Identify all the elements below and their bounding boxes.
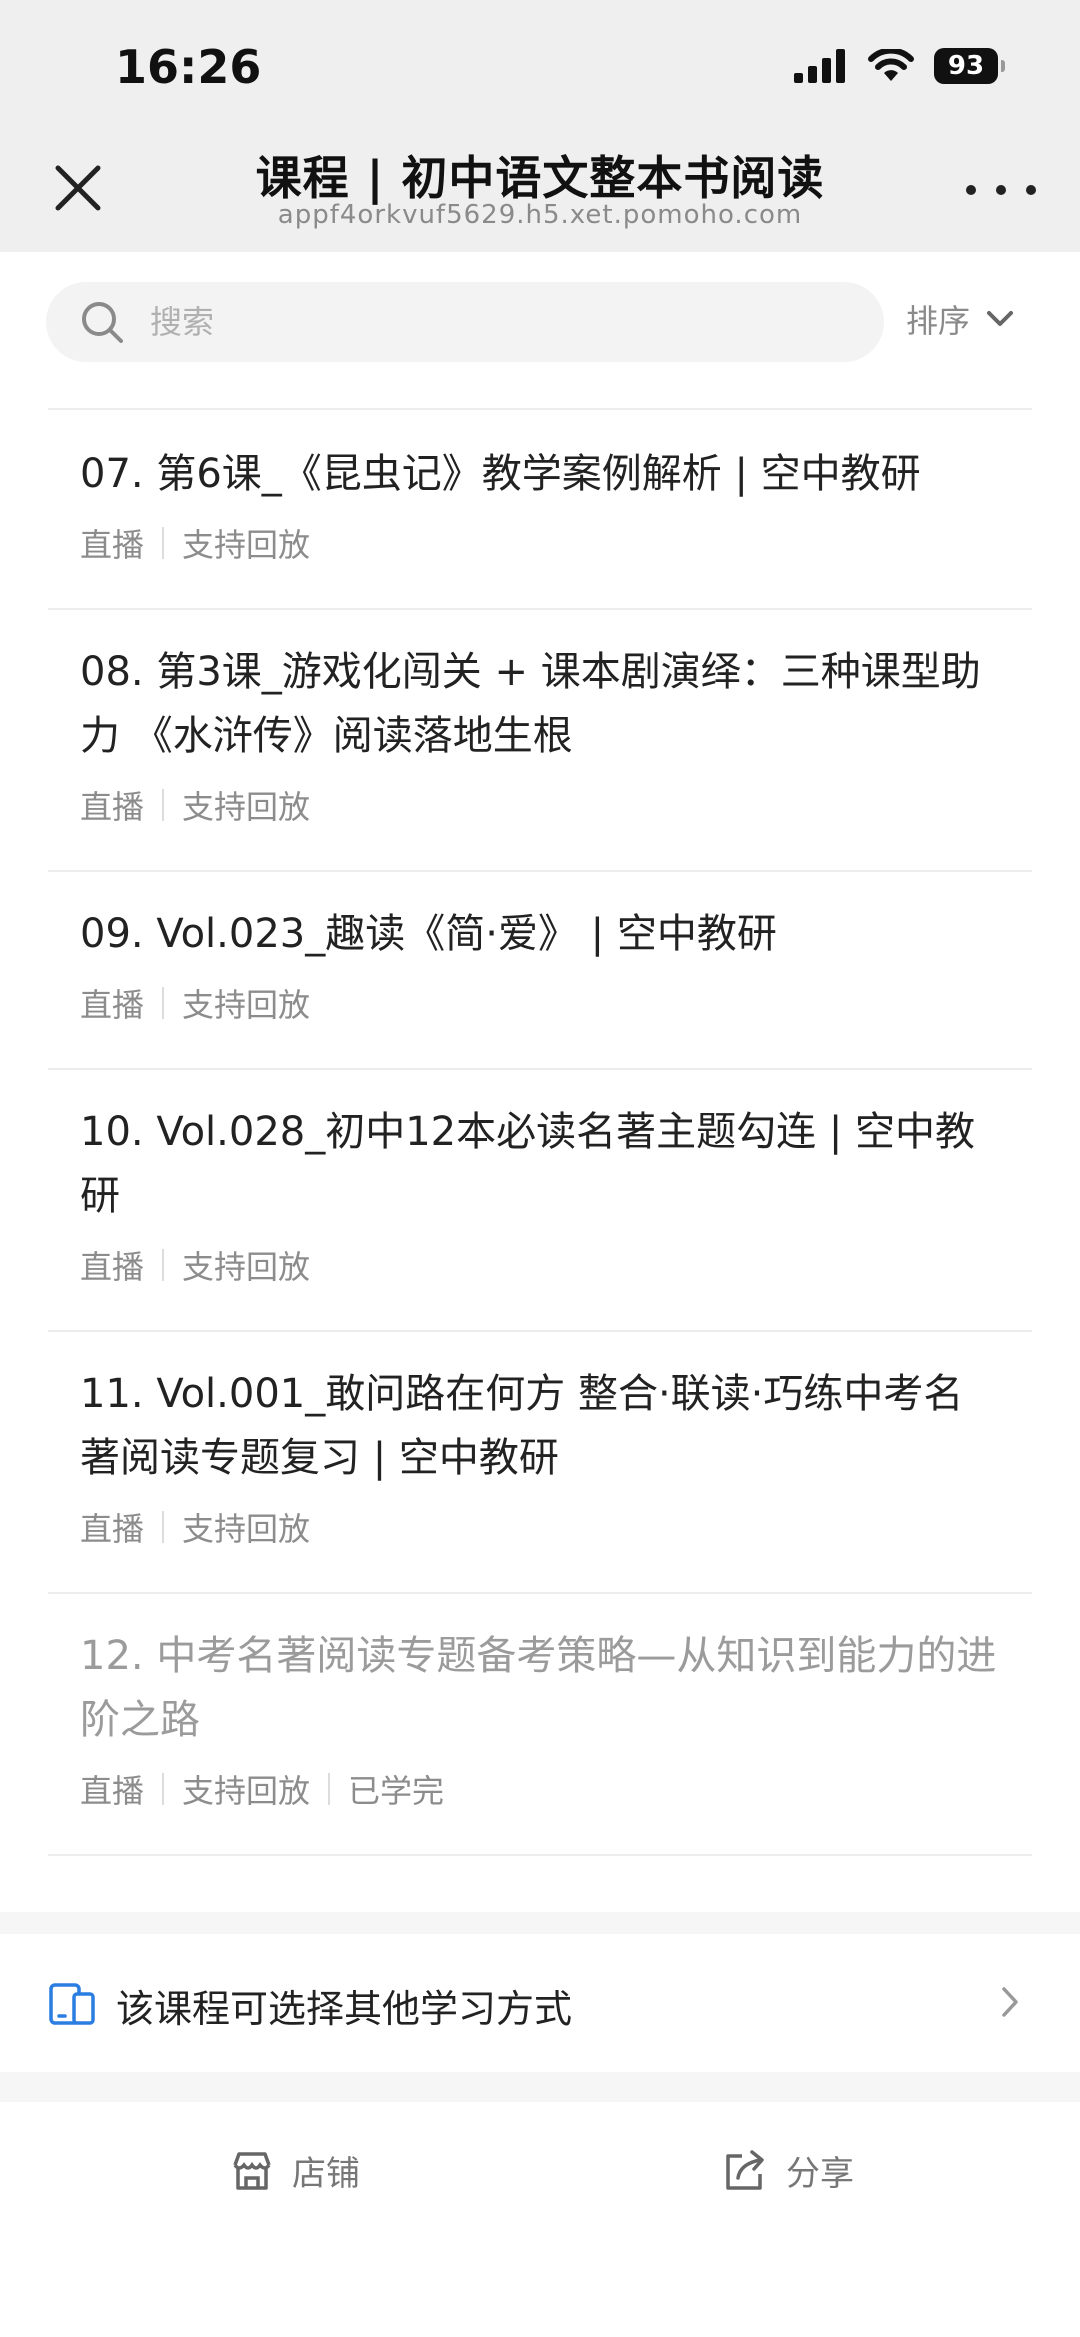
tag-live: 直播 (80, 986, 145, 1024)
status-icons: 93 (794, 48, 1005, 84)
tag-live: 直播 (80, 1510, 145, 1548)
list-item[interactable]: 12. 中考名著阅读专题备考策略—从知识到能力的进阶之路 直播 支持回放 已学完 (0, 1594, 1080, 1854)
tag-replay: 支持回放 (182, 986, 311, 1024)
phone-tablet-icon (49, 1983, 95, 2025)
item-tags: 直播 支持回放 (80, 520, 1000, 566)
store-icon (233, 2151, 271, 2190)
wifi-icon (868, 49, 914, 81)
browser-header: 16:26 93 课程 | 初中语文整本书阅读 appf4orkvuf5629.… (0, 0, 1080, 252)
item-title: 08. 第3课_游戏化闯关 + 课本剧演绎：三种课型助力 《水浒传》阅读落地生根 (80, 649, 981, 759)
item-tags: 直播 支持回放 已学完 (80, 1766, 1000, 1812)
section-gap (0, 1912, 1080, 1934)
bottom-bar: 店铺 分享 (0, 2102, 1080, 2337)
status-time: 16:26 (115, 40, 262, 94)
course-list: 07. 第6课_《昆虫记》教学案例解析 | 空中教研 直播 支持回放 08. 第… (0, 408, 1080, 1856)
tag-live: 直播 (80, 1772, 145, 1810)
list-item[interactable]: 11. Vol.001_敢问路在何方 整合·联读·巧练中考名著阅读专题复习 | … (0, 1332, 1080, 1592)
list-item[interactable]: 09. Vol.023_趣读《简·爱》 | 空中教研 直播 支持回放 (0, 872, 1080, 1068)
tag-replay: 支持回放 (182, 1510, 311, 1548)
item-title: 12. 中考名著阅读专题备考策略—从知识到能力的进阶之路 (80, 1633, 997, 1743)
tag-replay: 支持回放 (182, 788, 311, 826)
other-learning-label: 该课程可选择其他学习方式 (116, 1987, 573, 2031)
list-item[interactable]: 07. 第6课_《昆虫记》教学案例解析 | 空中教研 直播 支持回放 (0, 410, 1080, 608)
sort-label: 排序 (906, 302, 971, 340)
item-title: 09. Vol.023_趣读《简·爱》 | 空中教研 (80, 911, 777, 957)
item-title: 07. 第6课_《昆虫记》教学案例解析 | 空中教研 (80, 451, 921, 497)
list-item[interactable]: 08. 第3课_游戏化闯关 + 课本剧演绎：三种课型助力 《水浒传》阅读落地生根… (0, 610, 1080, 870)
tag-replay: 支持回放 (182, 1248, 311, 1286)
store-button[interactable]: 店铺 (230, 2146, 360, 2195)
tag-live: 直播 (80, 526, 145, 564)
item-title: 10. Vol.028_初中12本必读名著主题勾连 | 空中教研 (80, 1109, 976, 1219)
signal-icon (794, 49, 845, 83)
tag-replay: 支持回放 (182, 526, 311, 564)
search-icon (82, 302, 123, 343)
tag-live: 直播 (80, 788, 145, 826)
item-tags: 直播 支持回放 (80, 782, 1000, 828)
page-url: appf4orkvuf5629.h5.xet.pomoho.com (277, 200, 803, 230)
battery-indicator: 93 (934, 48, 1005, 84)
tag-live: 直播 (80, 1248, 145, 1286)
tag-completed: 已学完 (348, 1772, 445, 1810)
sort-button[interactable]: 排序 (906, 296, 1014, 342)
share-icon (726, 2149, 764, 2190)
item-tags: 直播 支持回放 (80, 980, 1000, 1026)
section-gap (0, 2072, 1080, 2102)
page-title: 课程 | 初中语文整本书阅读 (255, 151, 825, 205)
search-bar[interactable] (46, 282, 884, 362)
share-button[interactable]: 分享 (722, 2146, 854, 2195)
other-learning-row[interactable]: 该课程可选择其他学习方式 (0, 1934, 1080, 2072)
battery-level: 93 (934, 48, 998, 84)
share-label: 分享 (786, 2154, 854, 2194)
tag-replay: 支持回放 (182, 1772, 311, 1810)
list-item[interactable]: 10. Vol.028_初中12本必读名著主题勾连 | 空中教研 直播 支持回放 (0, 1070, 1080, 1330)
item-title: 11. Vol.001_敢问路在何方 整合·联读·巧练中考名著阅读专题复习 | … (80, 1371, 964, 1481)
chevron-right-icon (1002, 1987, 1018, 2017)
item-tags: 直播 支持回放 (80, 1242, 1000, 1288)
store-label: 店铺 (292, 2154, 360, 2194)
chevron-down-icon (987, 311, 1014, 326)
item-tags: 直播 支持回放 (80, 1504, 1000, 1550)
search-input[interactable] (148, 302, 752, 342)
more-icon (966, 185, 976, 195)
more-button[interactable] (966, 170, 1036, 210)
